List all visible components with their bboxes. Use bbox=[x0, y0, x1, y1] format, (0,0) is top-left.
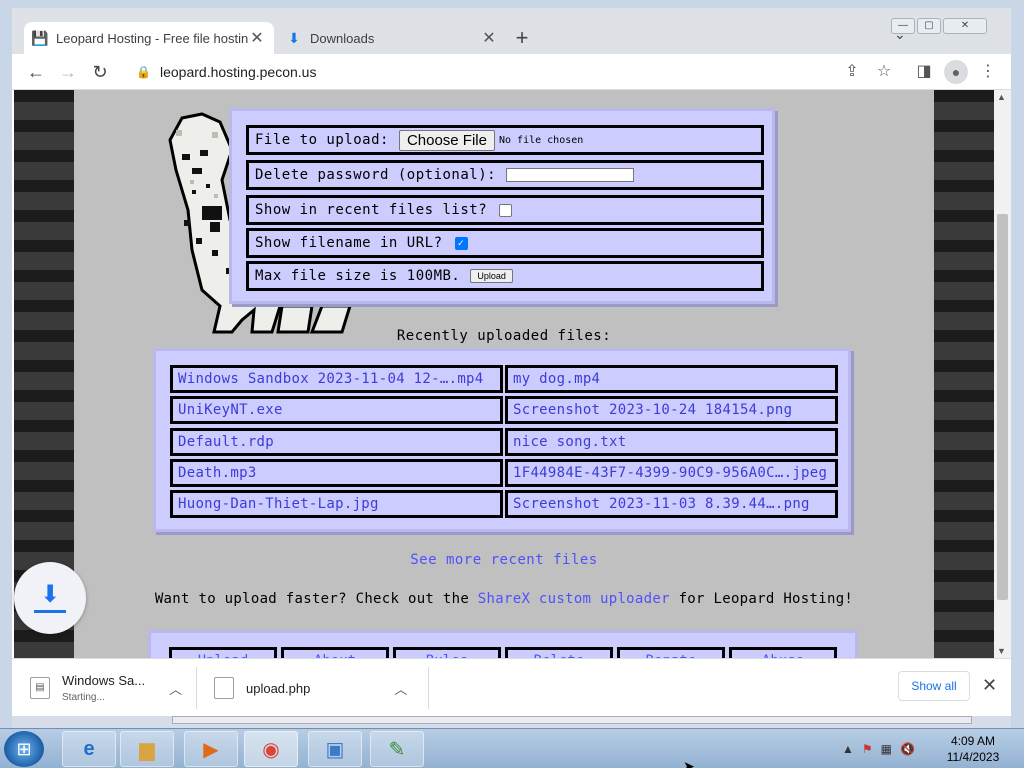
page-scrollbar[interactable]: ▲ ▼ bbox=[994, 90, 1011, 658]
show-all-downloads-button[interactable]: Show all bbox=[898, 671, 970, 701]
action-center-icon[interactable]: ⚑ bbox=[862, 742, 873, 756]
window-frame-top bbox=[0, 0, 1024, 8]
delete-password-input[interactable] bbox=[506, 168, 635, 182]
notepad-icon[interactable]: ✎ bbox=[370, 731, 424, 767]
share-icon[interactable]: ⇪ bbox=[840, 60, 864, 84]
nav-rules[interactable]: Rules bbox=[393, 647, 501, 658]
recent-file-link[interactable]: Screenshot 2023-10-24 184154.png bbox=[505, 396, 838, 424]
file-icon: ▤ bbox=[30, 677, 50, 699]
close-window-button[interactable]: ✕ bbox=[943, 18, 987, 34]
recent-file-link[interactable]: 1F44984E-43F7-4399-90C9-956A0C….jpeg bbox=[505, 459, 838, 487]
close-tab-icon[interactable]: ✕ bbox=[248, 28, 266, 48]
address-bar[interactable]: 🔒 leopard.hosting.pecon.us bbox=[132, 57, 912, 87]
page-content: File to upload: Choose File No file chos… bbox=[74, 90, 934, 658]
file-icon bbox=[214, 677, 234, 699]
network-icon[interactable]: ▦ bbox=[881, 742, 892, 756]
tab-leopard-hosting[interactable]: 💾 Leopard Hosting - Free file hosting ✕ bbox=[24, 22, 274, 54]
close-shelf-icon[interactable]: ✕ bbox=[982, 675, 997, 696]
recent-file-link[interactable]: Default.rdp bbox=[170, 428, 503, 456]
download-shelf: ▤ Windows Sa... Starting... ︿ upload.php… bbox=[12, 658, 1011, 716]
url-text[interactable]: leopard.hosting.pecon.us bbox=[160, 64, 316, 80]
choose-file-button[interactable]: Choose File bbox=[398, 129, 495, 151]
mouse-cursor-icon: ➤ bbox=[683, 758, 695, 768]
back-arrow-icon[interactable]: ← bbox=[24, 60, 48, 84]
close-tab-icon[interactable]: ✕ bbox=[480, 28, 498, 48]
recent-file-link[interactable]: Screenshot 2023-11-03 8.39.44….png bbox=[505, 490, 838, 518]
upload-button[interactable]: Upload bbox=[470, 269, 513, 283]
download-bubble-button[interactable]: ⬇ bbox=[14, 562, 86, 634]
menu-kebab-icon[interactable]: ⋮ bbox=[976, 60, 1000, 84]
download-arrow-icon: ⬇ bbox=[39, 580, 61, 608]
taskbar-clock[interactable]: 4:09 AM 11/4/2023 bbox=[928, 733, 1018, 765]
download-icon: ⬇ bbox=[288, 29, 300, 46]
sharex-uploader-link[interactable]: ShareX custom uploader bbox=[478, 591, 670, 607]
maximize-button[interactable]: ▢ bbox=[917, 18, 941, 34]
nav-about[interactable]: About bbox=[281, 647, 389, 658]
forward-arrow-icon[interactable]: → bbox=[56, 60, 80, 84]
site-nav: Upload About Rules Delete Donate Abuse bbox=[148, 630, 858, 658]
show-filename-row: Show filename in URL? ✓ bbox=[246, 228, 764, 258]
start-button[interactable]: ⊞ bbox=[4, 731, 44, 767]
recent-files-grid: Windows Sandbox 2023-11-04 12-….mp4 my d… bbox=[153, 348, 851, 532]
recent-files-title: Recently uploaded files: bbox=[396, 328, 612, 344]
volume-muted-icon[interactable]: 🔇 bbox=[900, 742, 915, 756]
max-size-row: Max file size is 100MB. Upload bbox=[246, 261, 764, 291]
scroll-up-icon[interactable]: ▲ bbox=[997, 92, 1006, 102]
decorative-border-right bbox=[934, 90, 994, 658]
delete-password-row: Delete password (optional): bbox=[246, 160, 764, 190]
see-more-recent-link[interactable]: See more recent files bbox=[74, 552, 934, 568]
chevron-up-icon[interactable]: ︿ bbox=[394, 679, 407, 698]
profile-avatar-icon[interactable]: ● bbox=[944, 60, 968, 84]
file-explorer-icon[interactable]: ▆ bbox=[120, 731, 174, 767]
no-file-chosen-text: No file chosen bbox=[498, 134, 584, 146]
lock-icon[interactable]: 🔒 bbox=[136, 65, 156, 79]
system-tray: ▲ ⚑ ▦ 🔇 bbox=[842, 729, 915, 768]
reload-icon[interactable]: ↻ bbox=[88, 60, 112, 84]
window-frame-left bbox=[0, 0, 12, 728]
nav-upload[interactable]: Upload bbox=[169, 647, 277, 658]
chevron-up-icon[interactable]: ︿ bbox=[169, 679, 182, 698]
tab-downloads[interactable]: ⬇ Downloads ✕ bbox=[274, 22, 510, 54]
image-viewer-icon[interactable]: ▣ bbox=[308, 731, 362, 767]
show-recent-checkbox[interactable] bbox=[499, 203, 513, 217]
file-upload-row: File to upload: Choose File No file chos… bbox=[246, 125, 764, 155]
internet-explorer-icon[interactable]: e bbox=[62, 731, 116, 767]
upload-form: File to upload: Choose File No file chos… bbox=[229, 108, 775, 304]
show-recent-row: Show in recent files list? bbox=[246, 195, 764, 225]
sharex-promo: Want to upload faster? Check out the Sha… bbox=[154, 591, 854, 607]
floppy-icon: 💾 bbox=[31, 29, 49, 46]
window-frame-bottom bbox=[12, 716, 1011, 728]
show-hidden-icons-icon[interactable]: ▲ bbox=[842, 742, 854, 756]
show-filename-checkbox[interactable]: ✓ bbox=[454, 236, 468, 250]
window-frame-right bbox=[1011, 0, 1024, 728]
recent-file-link[interactable]: UniKeyNT.exe bbox=[170, 396, 503, 424]
media-player-icon[interactable]: ▶ bbox=[184, 731, 238, 767]
download-item[interactable]: ▤ Windows Sa... Starting... ︿ bbox=[30, 659, 182, 717]
nav-donate[interactable]: Donate bbox=[617, 647, 725, 658]
recent-file-link[interactable]: Windows Sandbox 2023-11-04 12-….mp4 bbox=[170, 365, 503, 393]
recent-file-link[interactable]: nice song.txt bbox=[505, 428, 838, 456]
new-tab-button[interactable]: + bbox=[510, 26, 534, 50]
minimize-button[interactable]: — bbox=[891, 18, 915, 34]
side-panel-icon[interactable]: ◨ bbox=[912, 60, 936, 84]
nav-abuse[interactable]: Abuse bbox=[729, 647, 837, 658]
bookmark-star-icon[interactable]: ☆ bbox=[872, 60, 896, 84]
recent-file-link[interactable]: my dog.mp4 bbox=[505, 365, 838, 393]
window-controls: — ▢ ✕ bbox=[891, 18, 987, 34]
page-viewport: File to upload: Choose File No file chos… bbox=[14, 90, 994, 658]
chrome-icon[interactable]: ◉ bbox=[244, 731, 298, 767]
nav-delete[interactable]: Delete bbox=[505, 647, 613, 658]
recent-file-link[interactable]: Death.mp3 bbox=[170, 459, 503, 487]
download-item[interactable]: upload.php ︿ bbox=[214, 659, 407, 717]
scroll-down-icon[interactable]: ▼ bbox=[997, 646, 1006, 656]
windows-taskbar: ⊞ e ▆ ▶ ◉ ▣ ✎ ▲ ⚑ ▦ 🔇 4:09 AM 11/4/2023 bbox=[0, 728, 1024, 768]
tab-strip: 💾 Leopard Hosting - Free file hosting ✕ … bbox=[12, 8, 1011, 54]
browser-toolbar: ← → ↻ 🔒 leopard.hosting.pecon.us ⇪ ☆ ◨ ●… bbox=[12, 54, 1011, 90]
scroll-thumb[interactable] bbox=[997, 214, 1008, 600]
recent-file-link[interactable]: Huong-Dan-Thiet-Lap.jpg bbox=[170, 490, 503, 518]
